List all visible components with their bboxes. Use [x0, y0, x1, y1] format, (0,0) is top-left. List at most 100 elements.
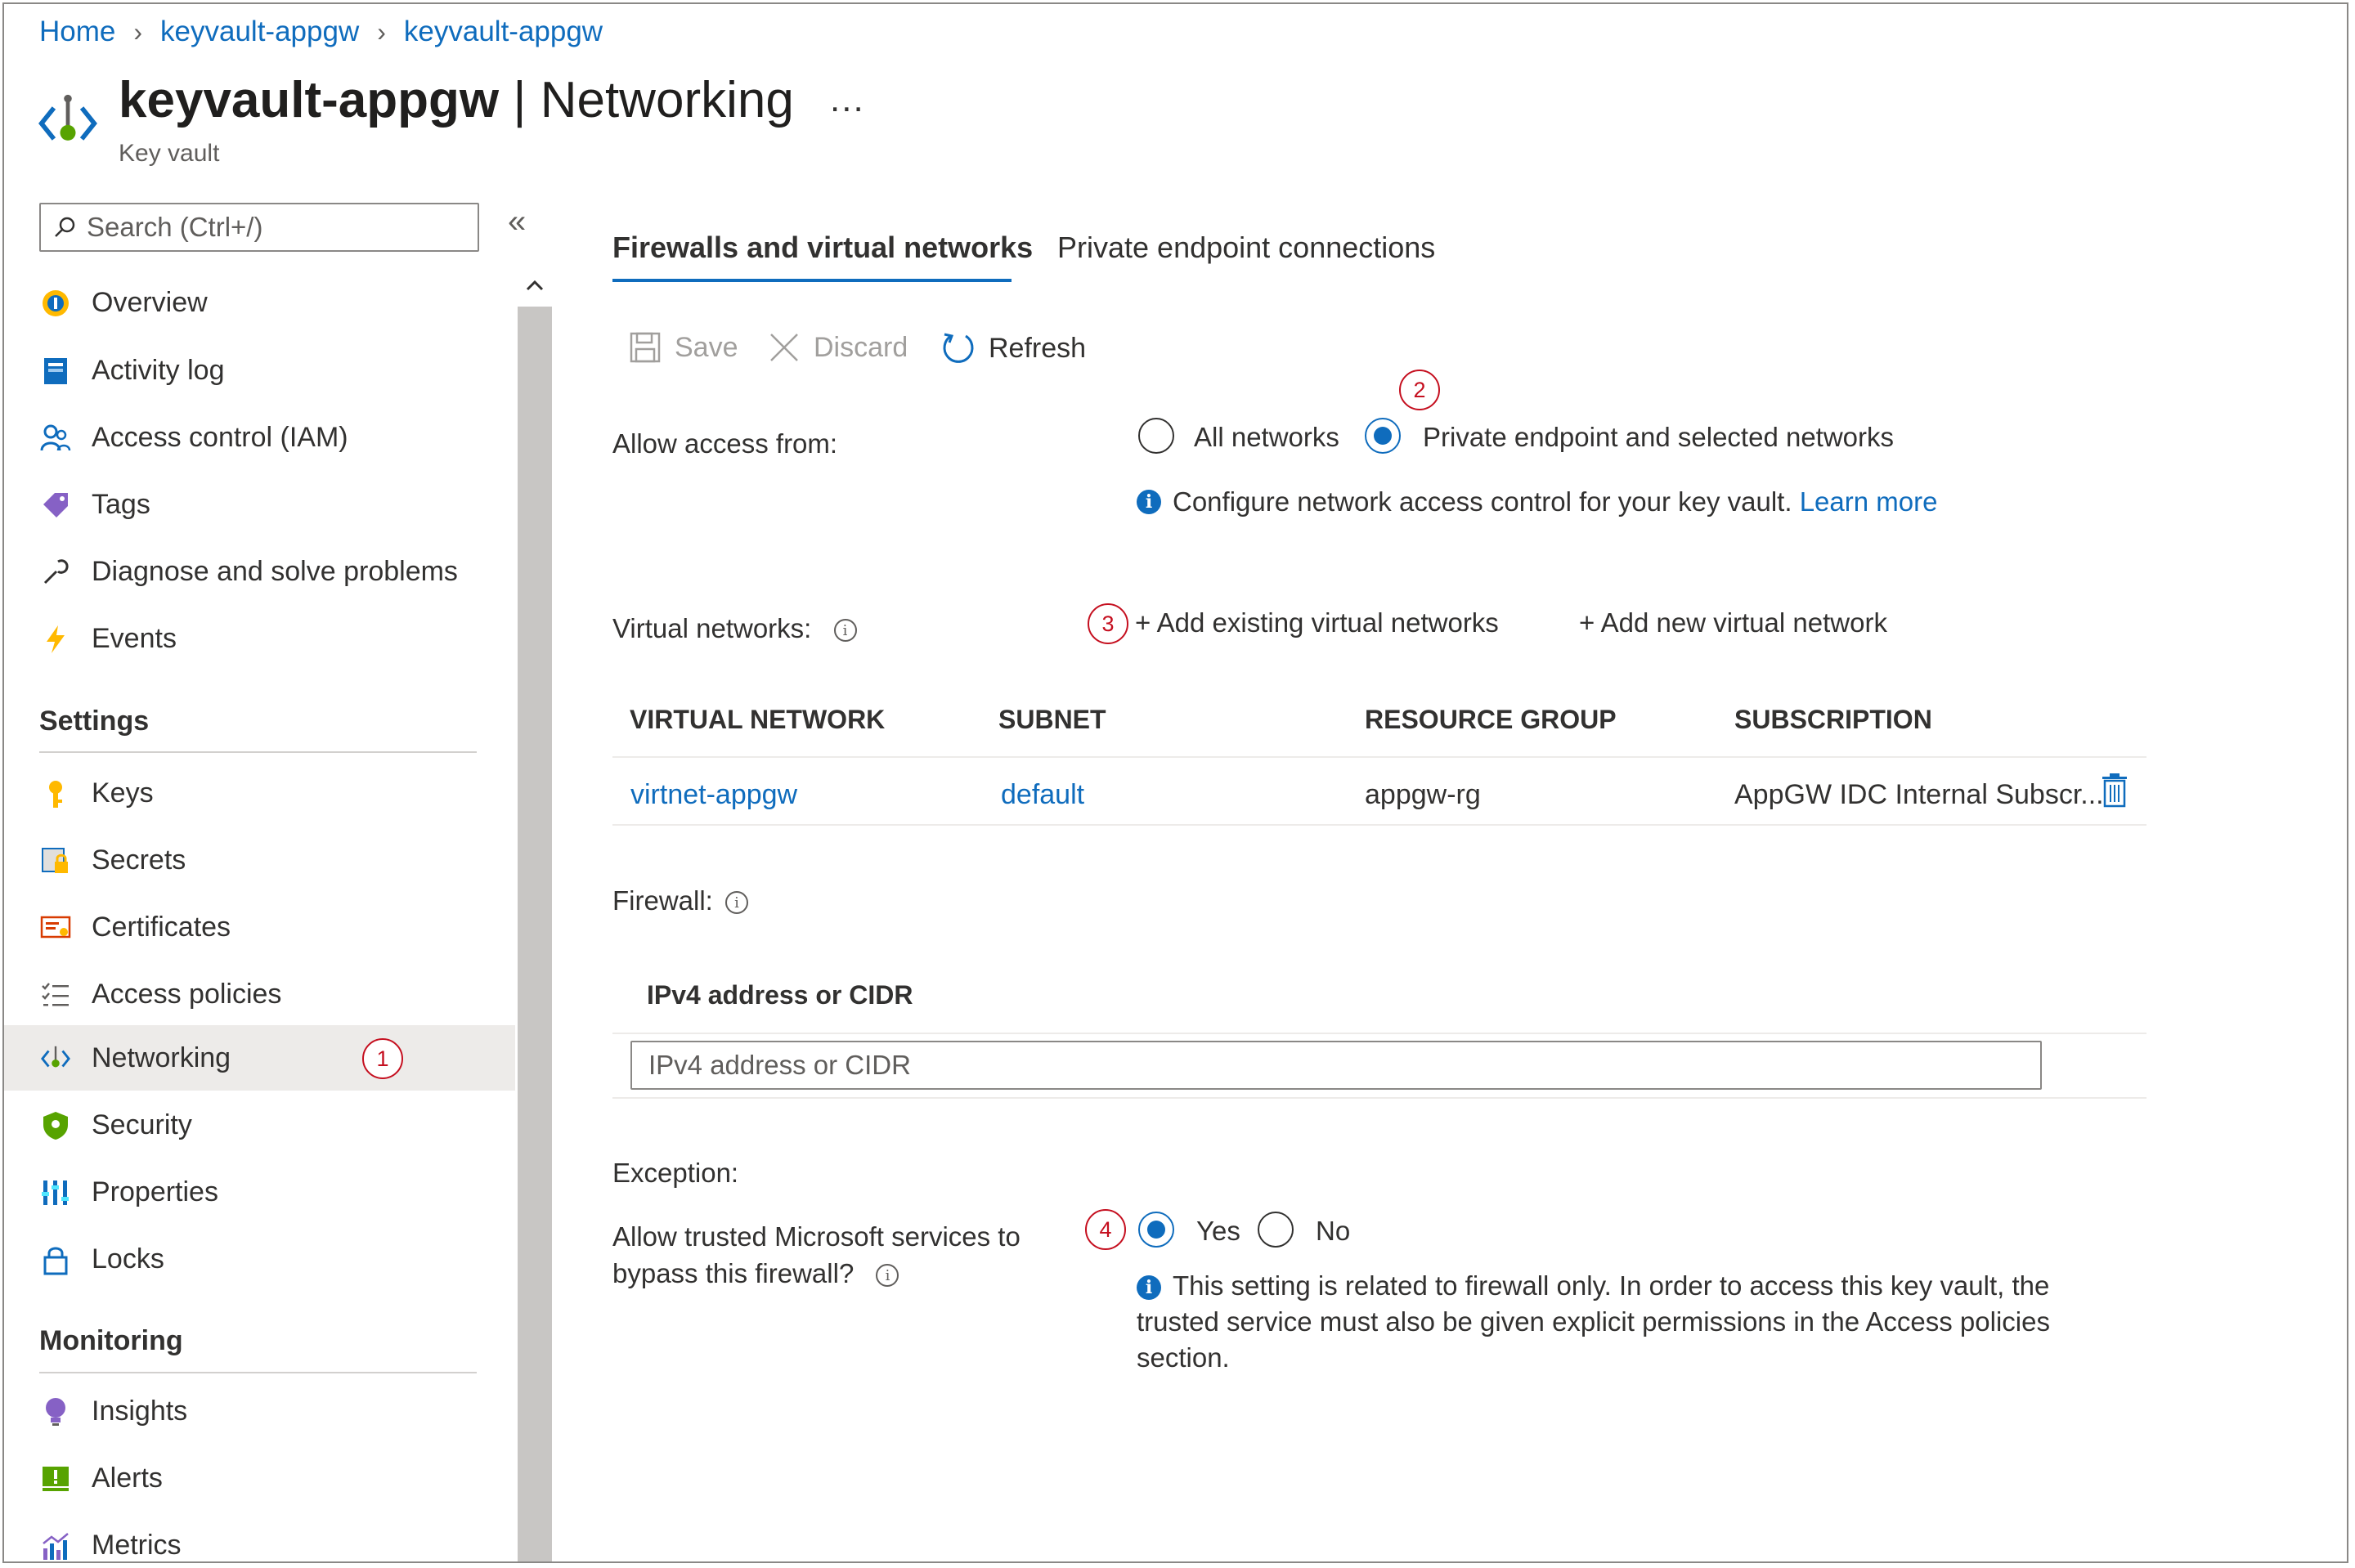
tab-firewalls[interactable]: Firewalls and virtual networks — [612, 231, 1033, 265]
sidebar-scrollbar[interactable] — [518, 264, 552, 1561]
exception-info-line3: section. — [1137, 1342, 1230, 1373]
sidebar-item-networking[interactable]: Networking — [4, 1025, 515, 1091]
chevron-right-icon: › — [133, 16, 143, 47]
networking-icon — [38, 94, 97, 141]
radio-yes[interactable] — [1138, 1212, 1174, 1248]
private-endpoint-label: Private endpoint and selected networks — [1423, 422, 1895, 452]
exception-info-line2: trusted service must also be given expli… — [1137, 1306, 2050, 1337]
sidebar-item-insights[interactable]: Insights — [4, 1378, 515, 1444]
sidebar-item-overview[interactable]: Overview — [4, 270, 515, 335]
vnet-link[interactable]: virtnet-appgw — [630, 779, 797, 811]
firewall-header-divider — [612, 1033, 2146, 1034]
sidebar-item-access-policies[interactable]: Access policies — [4, 961, 515, 1027]
all-networks-label: All networks — [1194, 422, 1339, 452]
scroll-up-button[interactable] — [518, 264, 552, 307]
tab-private-endpoints[interactable]: Private endpoint connections — [1057, 231, 1435, 265]
add-new-vnet-link[interactable]: + Add new virtual network — [1579, 607, 1887, 638]
more-options-button[interactable]: ... — [830, 79, 865, 120]
column-ipv4: IPv4 address or CIDR — [647, 980, 913, 1010]
discard-button[interactable]: Discard — [768, 331, 908, 364]
resource-type: Key vault — [119, 140, 220, 167]
trusted-services-question: Allow trusted Microsoft services to — [612, 1221, 1020, 1252]
sidebar-item-activity-log[interactable]: Activity log — [4, 338, 515, 403]
search-icon — [55, 217, 75, 237]
info-outline-icon[interactable]: i — [833, 619, 857, 643]
sidebar-search[interactable] — [39, 203, 479, 252]
learn-more-link[interactable]: Learn more — [1800, 486, 1938, 517]
search-input[interactable] — [85, 211, 448, 244]
tag-icon — [43, 493, 68, 517]
delete-icon[interactable] — [2101, 773, 2128, 808]
sidebar-item-events[interactable]: Events — [4, 606, 515, 671]
step-marker-2: 2 — [1399, 370, 1440, 410]
resource-name: keyvault-appgw — [119, 72, 500, 128]
overview-icon — [43, 290, 69, 316]
sidebar-item-tags[interactable]: Tags — [4, 472, 515, 537]
subnet-link[interactable]: default — [1001, 779, 1084, 811]
title-separator: | — [513, 72, 527, 128]
chevron-up-icon — [526, 280, 544, 291]
refresh-icon — [943, 333, 974, 363]
resource-group-value: appgw-rg — [1365, 779, 1481, 810]
save-button[interactable]: Save — [629, 331, 738, 364]
sidebar-item-locks[interactable]: Locks — [4, 1226, 515, 1292]
collapse-sidebar-button[interactable]: « — [508, 204, 526, 240]
monitoring-group-title: Monitoring — [39, 1325, 183, 1356]
breadcrumb: Home › keyvault-appgw › keyvault-appgw — [39, 16, 603, 48]
radio-private-endpoint[interactable] — [1365, 418, 1401, 454]
lightbulb-icon — [46, 1398, 65, 1426]
column-subscription: SUBSCRIPTION — [1734, 705, 1932, 734]
refresh-button[interactable]: Refresh — [941, 331, 1086, 365]
sidebar-item-security[interactable]: Security — [4, 1092, 515, 1158]
info-outline-icon[interactable]: i — [876, 1264, 899, 1288]
page-title: keyvault-appgw | Networking — [119, 71, 794, 129]
settings-divider — [39, 751, 477, 753]
add-existing-vnet-link[interactable]: + Add existing virtual networks — [1135, 607, 1499, 638]
metrics-icon — [43, 1533, 69, 1560]
trusted-services-question-line2: bypass this firewall? i — [612, 1258, 899, 1289]
firewall-label: Firewall: i — [612, 885, 749, 916]
breadcrumb-keyvault-current[interactable]: keyvault-appgw — [404, 16, 603, 48]
shield-icon — [43, 1112, 68, 1140]
exception-info-line1: This setting is related to firewall only… — [1173, 1270, 2050, 1301]
sidebar-item-certificates[interactable]: Certificates — [4, 894, 515, 960]
sidebar-item-secrets[interactable]: Secrets — [4, 827, 515, 893]
subscription-value: AppGW IDC Internal Subscr... — [1734, 779, 2104, 810]
exception-label: Exception: — [612, 1158, 739, 1188]
sidebar-item-metrics[interactable]: Metrics — [4, 1512, 515, 1561]
sidebar-item-diagnose[interactable]: Diagnose and solve problems — [4, 539, 515, 604]
allow-access-label: Allow access from: — [612, 428, 838, 459]
chevron-right-icon: › — [377, 16, 386, 47]
alert-icon — [43, 1467, 69, 1491]
people-icon — [40, 424, 71, 451]
ipv4-input[interactable] — [630, 1041, 2042, 1090]
step-marker-3: 3 — [1088, 603, 1128, 644]
yes-label: Yes — [1196, 1216, 1240, 1246]
settings-group-title: Settings — [39, 706, 150, 737]
breadcrumb-keyvault[interactable]: keyvault-appgw — [160, 16, 359, 48]
portal-window: Home › keyvault-appgw › keyvault-appgw k… — [2, 2, 2348, 1563]
table-row-divider — [612, 824, 2146, 826]
radio-no[interactable] — [1258, 1212, 1294, 1248]
no-label: No — [1316, 1216, 1351, 1246]
sidebar-item-keys[interactable]: Keys — [4, 760, 515, 826]
column-subnet: SUBNET — [998, 705, 1106, 734]
radio-all-networks[interactable] — [1138, 418, 1174, 454]
checklist-icon — [42, 983, 69, 1006]
table-header-divider — [612, 756, 2146, 758]
sidebar-item-access-control[interactable]: Access control (IAM) — [4, 405, 515, 470]
sidebar-item-alerts[interactable]: Alerts — [4, 1445, 515, 1511]
info-outline-icon[interactable]: i — [725, 891, 749, 915]
column-resource-group: RESOURCE GROUP — [1365, 705, 1617, 734]
step-marker-4: 4 — [1085, 1209, 1126, 1250]
sidebar-item-properties[interactable]: Properties — [4, 1159, 515, 1225]
secret-icon — [42, 848, 68, 873]
column-virtual-network: VIRTUAL NETWORK — [630, 705, 886, 734]
page-name: Networking — [540, 72, 794, 128]
breadcrumb-home[interactable]: Home — [39, 16, 115, 48]
certificate-icon — [40, 916, 71, 939]
properties-icon — [42, 1180, 69, 1205]
save-icon — [630, 332, 661, 363]
active-tab-indicator — [612, 279, 1012, 282]
info-icon: i — [1137, 490, 1161, 514]
